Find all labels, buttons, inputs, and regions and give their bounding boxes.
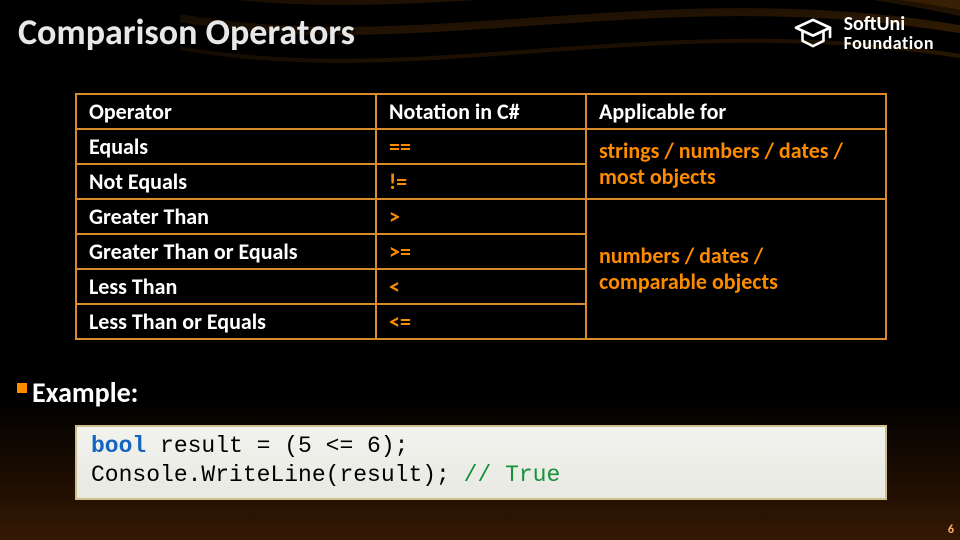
table-row: Equals == strings / numbers / dates / mo… xyxy=(76,129,886,164)
graduation-cap-icon xyxy=(792,12,834,54)
cell-operator: Greater Than or Equals xyxy=(76,234,376,269)
cell-operator: Less Than or Equals xyxy=(76,304,376,339)
code-text: result = (5 <= 6); xyxy=(146,433,408,459)
slide-title: Comparison Operators xyxy=(18,10,355,54)
bullet-icon xyxy=(17,383,27,393)
cell-operator: Not Equals xyxy=(76,164,376,199)
cell-operator: Less Than xyxy=(76,269,376,304)
code-comment: // True xyxy=(464,462,561,488)
table-row: Greater Than > numbers / dates / compara… xyxy=(76,199,886,234)
cell-notation: <= xyxy=(376,304,586,339)
page-number: 6 xyxy=(948,523,954,537)
cell-notation: > xyxy=(376,199,586,234)
cell-applicable-group2: numbers / dates / comparable objects xyxy=(586,199,886,339)
cell-operator: Greater Than xyxy=(76,199,376,234)
cell-notation: != xyxy=(376,164,586,199)
code-keyword: bool xyxy=(91,433,146,459)
col-notation: Notation in C# xyxy=(376,94,586,129)
operators-table: Operator Notation in C# Applicable for E… xyxy=(75,93,887,340)
example-label: Example: xyxy=(32,375,138,410)
cell-notation: == xyxy=(376,129,586,164)
cell-applicable-group1: strings / numbers / dates / most objects xyxy=(586,129,886,199)
cell-notation: >= xyxy=(376,234,586,269)
logo-text-2: Foundation xyxy=(844,34,934,52)
code-example: bool result = (5 <= 6); Console.WriteLin… xyxy=(75,425,887,500)
col-operator: Operator xyxy=(76,94,376,129)
col-applicable: Applicable for xyxy=(586,94,886,129)
brand-logo: SoftUni Foundation xyxy=(792,12,934,54)
cell-operator: Equals xyxy=(76,129,376,164)
code-text: Console.WriteLine(result); xyxy=(91,462,464,488)
table-header-row: Operator Notation in C# Applicable for xyxy=(76,94,886,129)
cell-notation: < xyxy=(376,269,586,304)
logo-text-1: SoftUni xyxy=(844,14,934,34)
example-text: Example: xyxy=(32,375,138,410)
